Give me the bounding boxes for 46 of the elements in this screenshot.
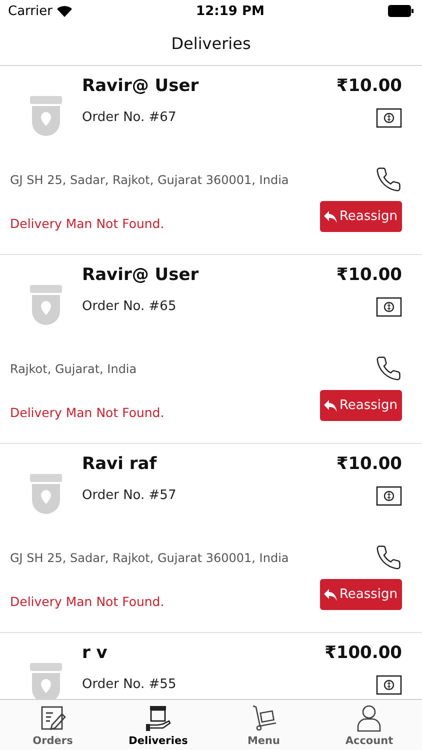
reassign-button[interactable]: Reassign <box>320 579 402 610</box>
delivery-card[interactable]: Ravi raf Order No. #57 ₹10.00 GJ SH 25, Sadar, Rajkot, Gujarat 360001, India Delivery Man Not Found. Reassign <box>0 444 422 633</box>
screen-title: Deliveries <box>171 34 251 53</box>
clock-time: 12:19 PM <box>196 4 264 18</box>
tab-bar-item[interactable]: Orders <box>0 700 106 750</box>
order-number: Order No. #65 <box>82 299 178 314</box>
delivery-card[interactable]: Ravir@ User Order No. #65 ₹10.00 Rajkot, Gujarat, India Delivery Man Not Found. Reassign <box>0 255 422 444</box>
cash-icon <box>376 486 402 506</box>
note-pencil-icon <box>38 704 67 732</box>
order-price: ₹100.00 <box>324 643 402 663</box>
cash-icon <box>376 108 402 128</box>
order-price: ₹10.00 <box>336 76 402 96</box>
delivery-status: Delivery Man Not Found. <box>10 405 164 420</box>
customer-name: Ravi raf <box>82 454 158 474</box>
box-hand-icon <box>144 704 172 732</box>
customer-name: Ravir@ User <box>82 76 200 96</box>
reassign-button[interactable]: Reassign <box>320 390 402 421</box>
phone-icon[interactable] <box>375 166 402 193</box>
delivery-status: Delivery Man Not Found. <box>10 216 164 231</box>
person-icon <box>355 704 384 732</box>
cash-icon <box>376 675 402 695</box>
order-number: Order No. #57 <box>82 488 178 503</box>
tab-bar-item[interactable]: Account <box>316 700 422 750</box>
delivery-address: GJ SH 25, Sadar, Rajkot, Gujarat 360001, India <box>10 172 289 186</box>
order-number: Order No. #67 <box>82 110 178 125</box>
delivery-status: Delivery Man Not Found. <box>10 594 164 609</box>
wifi-icon <box>57 6 72 16</box>
tab-bar-item[interactable]: Menu <box>211 700 316 750</box>
reassign-button[interactable]: Reassign <box>320 201 402 232</box>
customer-name: Ravir@ User <box>82 265 200 285</box>
phone-icon[interactable] <box>375 355 402 382</box>
customer-name: r v <box>82 643 108 663</box>
battery-icon <box>388 5 414 17</box>
tab-bar-item[interactable]: Deliveries <box>106 700 211 750</box>
phone-icon[interactable] <box>375 544 402 571</box>
delivery-address: GJ SH 25, Sadar, Rajkot, Gujarat 360001, India <box>10 550 289 564</box>
reply-arrow-icon <box>324 588 338 600</box>
delivery-address: Rajkot, Gujarat, India <box>10 362 137 376</box>
reply-arrow-icon <box>324 210 338 222</box>
order-price: ₹10.00 <box>336 265 402 285</box>
order-number: Order No. #55 <box>82 677 178 692</box>
cash-icon <box>376 297 402 317</box>
carrier-label: Carrier <box>8 4 52 18</box>
order-price: ₹10.00 <box>336 454 402 474</box>
reply-arrow-icon <box>324 400 338 412</box>
delivery-card[interactable]: Ravir@ User Order No. #67 ₹10.00 GJ SH 25, Sadar, Rajkot, Gujarat 360001, India Delivery Man Not Found. Reassign <box>0 66 422 255</box>
